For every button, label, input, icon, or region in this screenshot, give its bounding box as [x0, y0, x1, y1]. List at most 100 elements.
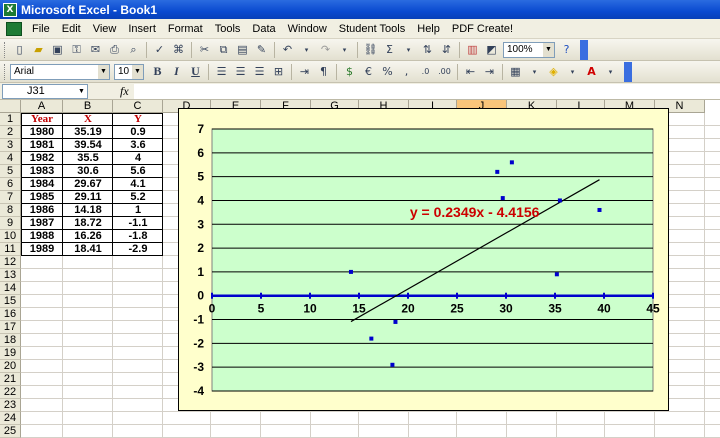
table-header-cell[interactable]: X — [63, 113, 113, 125]
table-cell[interactable]: 4 — [113, 152, 163, 164]
menu-file[interactable]: File — [26, 20, 56, 38]
row-header-12[interactable]: 12 — [0, 256, 21, 269]
row-header-23[interactable]: 23 — [0, 399, 21, 412]
copy-icon[interactable]: ⧉ — [215, 41, 232, 58]
undo-dropdown-icon[interactable]: ▾ — [298, 41, 315, 58]
toolbar-grip[interactable] — [4, 41, 7, 58]
toolbar-options-icon[interactable] — [624, 61, 632, 82]
chevron-down-icon[interactable]: ▼ — [98, 64, 109, 79]
increase-indent-icon[interactable]: ⇥ — [481, 63, 498, 80]
sort-descending-icon[interactable]: ⇵ — [438, 41, 455, 58]
percent-button[interactable]: % — [379, 63, 396, 80]
open-folder-icon[interactable]: ▰ — [30, 41, 47, 58]
table-cell[interactable]: 4.1 — [113, 178, 163, 190]
row-header-22[interactable]: 22 — [0, 386, 21, 399]
table-cell[interactable]: 1989 — [21, 243, 63, 255]
table-cell[interactable]: 35.19 — [63, 126, 113, 138]
table-cell[interactable]: 30.6 — [63, 165, 113, 177]
table-cell[interactable]: 1988 — [21, 230, 63, 242]
table-cell[interactable]: 18.72 — [63, 217, 113, 229]
save-icon[interactable]: ▣ — [49, 41, 66, 58]
table-cell[interactable]: 1985 — [21, 191, 63, 203]
table-cell[interactable]: 14.18 — [63, 204, 113, 216]
table-cell[interactable]: 5.6 — [113, 165, 163, 177]
zoom-select[interactable]: 100% ▼ — [503, 41, 555, 58]
table-cell[interactable]: -1.1 — [113, 217, 163, 229]
chart-area[interactable]: 7 6 5 4 3 2 1 0 -1 -2 -3 -4 0 5 10 15 20 25 30 35 40 45 y = 0.… — [178, 108, 669, 411]
row-header-16[interactable]: 16 — [0, 308, 21, 321]
currency-icon[interactable]: $ — [341, 63, 358, 80]
cut-icon[interactable]: ✂ — [196, 41, 213, 58]
row-header-25[interactable]: 25 — [0, 425, 21, 438]
font-color-icon[interactable]: A — [583, 63, 600, 80]
table-cell[interactable]: 1982 — [21, 152, 63, 164]
paragraph-icon[interactable]: ¶ — [315, 63, 332, 80]
formula-input[interactable] — [134, 84, 720, 99]
table-cell[interactable]: -1.8 — [113, 230, 163, 242]
euro-icon[interactable]: € — [360, 63, 377, 80]
insert-function-icon[interactable]: fx — [120, 84, 129, 99]
workbook-icon[interactable] — [6, 21, 22, 36]
menu-pdf-create[interactable]: PDF Create! — [446, 20, 519, 38]
row-header-13[interactable]: 13 — [0, 269, 21, 282]
fill-color-dropdown-icon[interactable]: ▾ — [564, 63, 581, 80]
format-painter-icon[interactable]: ✎ — [253, 41, 270, 58]
row-header-8[interactable]: 8 — [0, 204, 21, 217]
table-cell[interactable]: 35.5 — [63, 152, 113, 164]
chart-wizard-icon[interactable]: ▥ — [464, 41, 481, 58]
chevron-down-icon[interactable]: ▼ — [76, 85, 87, 98]
comma-style-icon[interactable]: , — [398, 63, 415, 80]
autosum-icon[interactable]: Σ — [381, 41, 398, 58]
name-box[interactable]: J31 ▼ — [2, 83, 88, 99]
print-icon[interactable]: ⎙ — [106, 41, 123, 58]
undo-icon[interactable]: ↶ — [279, 41, 296, 58]
email-icon[interactable]: ✉ — [87, 41, 104, 58]
row-header-7[interactable]: 7 — [0, 191, 21, 204]
toolbar-options-icon[interactable] — [580, 39, 588, 60]
bold-button[interactable]: B — [149, 63, 166, 80]
table-cell[interactable]: 5.2 — [113, 191, 163, 203]
table-cell[interactable]: 16.26 — [63, 230, 113, 242]
row-header-6[interactable]: 6 — [0, 178, 21, 191]
table-cell[interactable]: 0.9 — [113, 126, 163, 138]
column-header-a[interactable]: A — [21, 100, 63, 113]
menu-data[interactable]: Data — [246, 20, 281, 38]
toolbar-grip[interactable] — [4, 63, 7, 80]
chevron-down-icon[interactable]: ▼ — [543, 42, 554, 57]
row-header-20[interactable]: 20 — [0, 360, 21, 373]
research-icon[interactable]: ⌘ — [170, 41, 187, 58]
align-right-icon[interactable]: ☰ — [251, 63, 268, 80]
column-header-c[interactable]: C — [113, 100, 163, 113]
row-header-9[interactable]: 9 — [0, 217, 21, 230]
autosum-dropdown-icon[interactable]: ▾ — [400, 41, 417, 58]
menu-student-tools[interactable]: Student Tools — [333, 20, 411, 38]
font-color-dropdown-icon[interactable]: ▾ — [602, 63, 619, 80]
font-size-select[interactable]: 10 ▼ — [114, 63, 144, 80]
menu-insert[interactable]: Insert — [122, 20, 162, 38]
row-header-11[interactable]: 11 — [0, 243, 21, 256]
table-cell[interactable]: 29.11 — [63, 191, 113, 203]
row-header-5[interactable]: 5 — [0, 165, 21, 178]
row-header-17[interactable]: 17 — [0, 321, 21, 334]
redo-dropdown-icon[interactable]: ▾ — [336, 41, 353, 58]
borders-dropdown-icon[interactable]: ▾ — [526, 63, 543, 80]
drawing-icon[interactable]: ◩ — [483, 41, 500, 58]
italic-button[interactable]: I — [168, 63, 185, 80]
table-cell[interactable]: 1981 — [21, 139, 63, 151]
row-header-2[interactable]: 2 — [0, 126, 21, 139]
table-cell[interactable]: 29.67 — [63, 178, 113, 190]
hyperlink-icon[interactable]: ⛓ — [362, 41, 379, 58]
table-cell[interactable]: 18.41 — [63, 243, 113, 255]
table-cell[interactable]: 1986 — [21, 204, 63, 216]
row-header-4[interactable]: 4 — [0, 152, 21, 165]
fill-color-icon[interactable]: ◈ — [545, 63, 562, 80]
new-document-icon[interactable]: ▯ — [11, 41, 28, 58]
menu-view[interactable]: View — [87, 20, 123, 38]
table-cell[interactable]: 1980 — [21, 126, 63, 138]
align-left-icon[interactable]: ☰ — [213, 63, 230, 80]
row-header-21[interactable]: 21 — [0, 373, 21, 386]
table-cell[interactable]: 39.54 — [63, 139, 113, 151]
increase-decimal-icon[interactable]: .0 — [417, 63, 434, 80]
menu-edit[interactable]: Edit — [56, 20, 87, 38]
table-header-cell[interactable]: Year — [21, 113, 63, 125]
